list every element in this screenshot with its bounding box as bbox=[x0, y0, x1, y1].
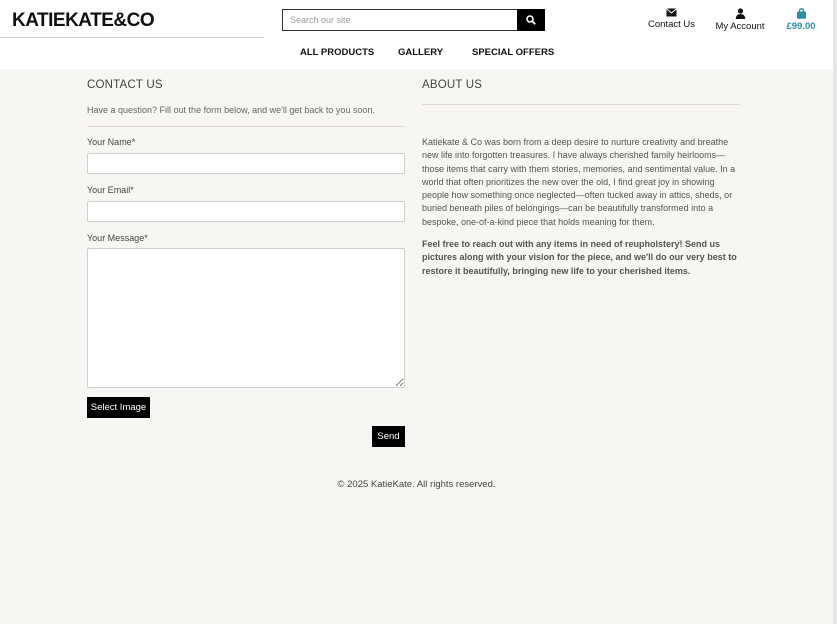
nav-gallery[interactable]: GALLERY bbox=[398, 47, 443, 58]
contact-intro: Have a question? Fill out the form below… bbox=[87, 105, 375, 115]
contact-divider bbox=[87, 126, 405, 127]
send-button[interactable]: Send bbox=[372, 426, 405, 447]
contact-us-link[interactable]: Contact Us bbox=[648, 8, 695, 30]
select-image-button[interactable]: Select Image bbox=[87, 397, 150, 418]
logo-divider bbox=[0, 37, 264, 38]
my-account-link[interactable]: My Account bbox=[715, 8, 765, 32]
search-input[interactable] bbox=[282, 9, 518, 31]
about-paragraph: Katiekate & Co was born from a deep desi… bbox=[422, 137, 736, 227]
name-label: Your Name* bbox=[87, 137, 136, 147]
footer-copyright: © 2025 KatieKate. All rights reserved. bbox=[337, 479, 496, 490]
shopping-bag-link[interactable]: £99.00 bbox=[784, 8, 818, 32]
contact-title: CONTACT US bbox=[87, 79, 163, 91]
about-divider bbox=[422, 104, 740, 105]
about-callout: Feel free to reach out with any items in… bbox=[422, 239, 737, 276]
name-field[interactable] bbox=[87, 153, 405, 174]
search-bar bbox=[282, 9, 545, 31]
message-label: Your Message* bbox=[87, 233, 148, 243]
my-account-label: My Account bbox=[715, 21, 765, 32]
about-title: ABOUT US bbox=[422, 79, 483, 91]
search-button[interactable] bbox=[517, 9, 545, 31]
contact-us-label: Contact Us bbox=[648, 19, 695, 30]
nav-all-products[interactable]: ALL PRODUCTS bbox=[300, 47, 374, 58]
page-scrollbar[interactable] bbox=[833, 0, 837, 624]
bag-total: £99.00 bbox=[786, 21, 816, 32]
user-icon bbox=[735, 8, 745, 19]
email-label: Your Email* bbox=[87, 185, 134, 195]
email-field[interactable] bbox=[87, 201, 405, 222]
site-header: KATIEKATE&CO Contact Us My Account £99.0… bbox=[0, 0, 833, 69]
envelope-icon bbox=[666, 8, 677, 17]
message-field[interactable] bbox=[87, 248, 405, 388]
shopping-bag-icon bbox=[796, 8, 806, 19]
nav-special-offers[interactable]: SPECIAL OFFERS bbox=[472, 47, 554, 58]
search-icon bbox=[526, 15, 536, 25]
site-logo[interactable]: KATIEKATE&CO bbox=[12, 10, 155, 32]
